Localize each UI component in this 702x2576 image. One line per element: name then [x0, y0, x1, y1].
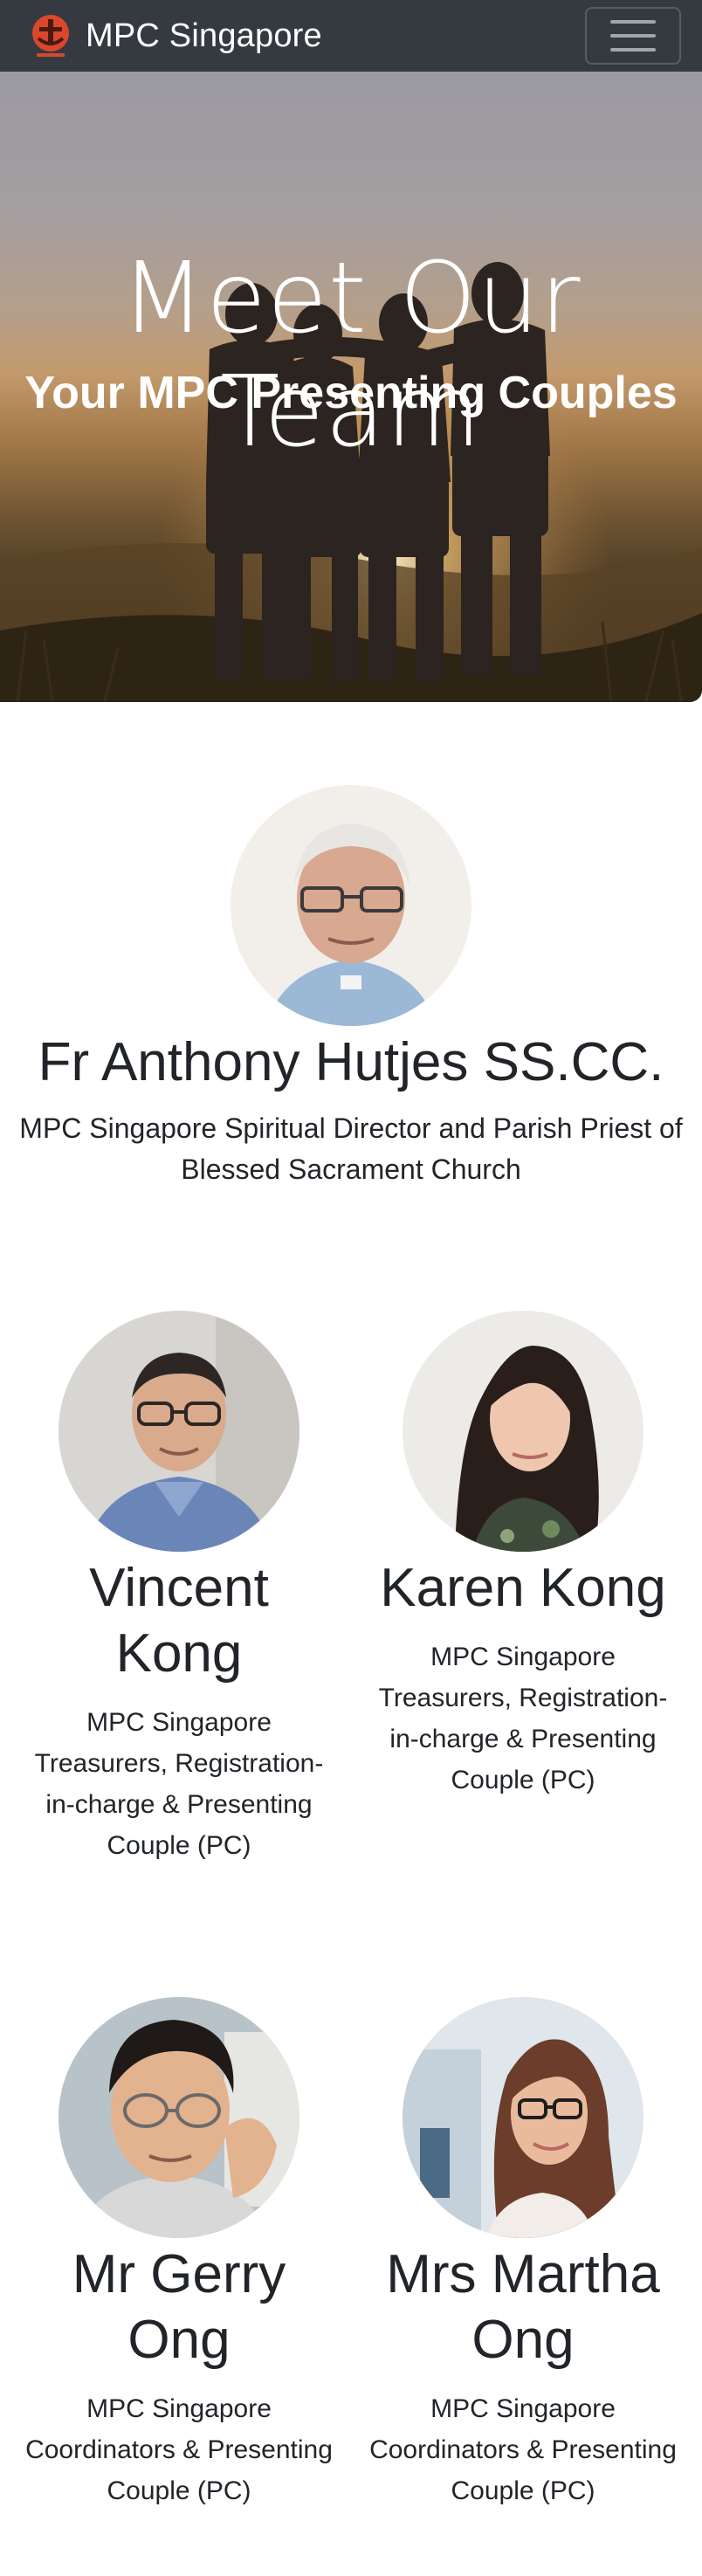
brand-link[interactable]: MPC Singapore: [28, 12, 322, 59]
member-name: Mr Gerry Ong: [72, 2244, 286, 2370]
hero-banner: Meet Our Team Your MPC Presenting Couple…: [0, 72, 702, 702]
hero-subtitle: Your MPC Presenting Couples: [24, 368, 678, 418]
team-member-card: Vincent Kong MPC Singapore Treasurers, R…: [7, 1311, 351, 1866]
hero-title: Meet Our Team: [120, 242, 582, 469]
avatar: [403, 1311, 644, 1552]
avatar: [58, 1311, 299, 1552]
team-row: Vincent Kong MPC Singapore Treasurers, R…: [0, 1311, 702, 1866]
avatar: [403, 1997, 644, 2238]
member-name: Vincent Kong: [89, 1558, 269, 1684]
member-role: MPC Singapore Treasurers, Registration-i…: [378, 1643, 668, 1794]
member-name: Fr Anthony Hutjes SS.CC.: [38, 1032, 664, 1092]
bottom-spacer: [0, 2511, 702, 2564]
member-role: MPC Singapore Spiritual Director and Par…: [19, 1112, 683, 1185]
hamburger-menu-button[interactable]: [585, 7, 681, 65]
team-row: Mr Gerry Ong MPC Singapore Coordinators …: [0, 1997, 702, 2511]
member-role: MPC Singapore Coordinators & Presenting …: [369, 2394, 677, 2505]
member-name: Karen Kong: [380, 1558, 666, 1618]
brand-name: MPC Singapore: [86, 17, 322, 54]
avatar: [231, 785, 471, 1026]
member-role: MPC Singapore Treasurers, Registration-i…: [34, 1708, 324, 1860]
hamburger-menu-icon: [610, 20, 656, 24]
team-section: Fr Anthony Hutjes SS.CC. MPC Singapore S…: [0, 702, 702, 2564]
top-navbar: MPC Singapore: [0, 0, 702, 72]
member-name: Mrs Martha Ong: [386, 2244, 660, 2370]
team-member-card: Mrs Martha Ong MPC Singapore Coordinator…: [351, 1997, 695, 2511]
team-member-card: Karen Kong MPC Singapore Treasurers, Reg…: [351, 1311, 695, 1866]
team-member-card: Mr Gerry Ong MPC Singapore Coordinators …: [7, 1997, 351, 2511]
member-role: MPC Singapore Coordinators & Presenting …: [25, 2394, 333, 2505]
team-member-card: Fr Anthony Hutjes SS.CC. MPC Singapore S…: [0, 785, 702, 1190]
mpc-cross-logo-icon: [32, 15, 69, 57]
avatar: [58, 1997, 299, 2238]
